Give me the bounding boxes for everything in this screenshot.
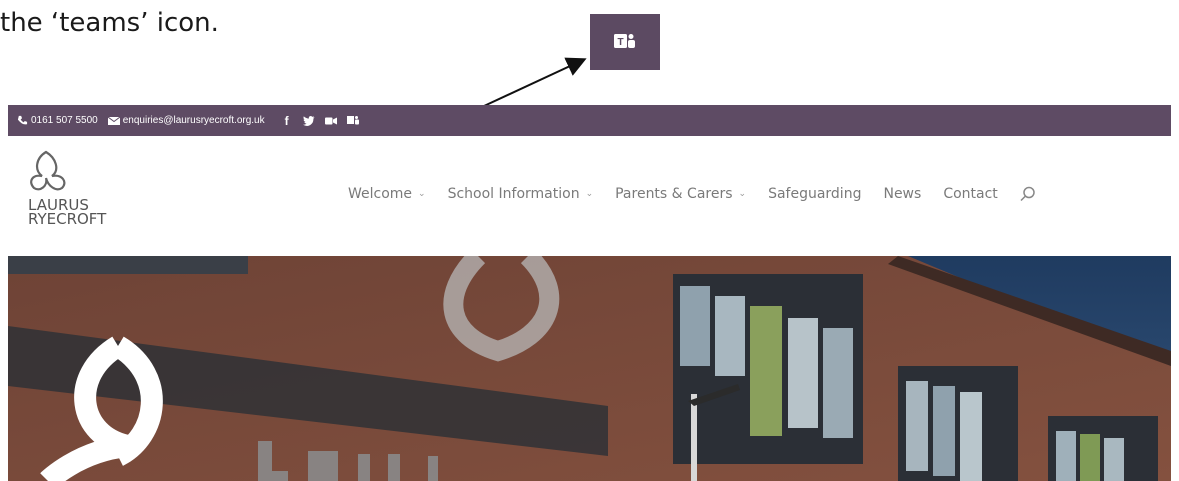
- nav-item-welcome[interactable]: Welcome ⌄: [348, 186, 426, 202]
- twitter-icon[interactable]: [302, 115, 315, 127]
- search-icon[interactable]: [1020, 186, 1036, 202]
- teams-icon: T: [614, 34, 635, 48]
- site-header: LAURUS RYECROFT Welcome ⌄ School Informa…: [8, 136, 1171, 256]
- nav-item-school-information[interactable]: School Information ⌄: [448, 186, 594, 202]
- hero-image: [8, 256, 1171, 481]
- teams-icon-callout: T: [590, 14, 660, 70]
- nav-label: School Information: [447, 186, 580, 202]
- logo-wordmark: LAURUS RYECROFT: [28, 198, 107, 228]
- nav-item-news[interactable]: News: [883, 186, 921, 202]
- facebook-icon[interactable]: f: [281, 114, 293, 128]
- phone-contact[interactable]: 0161 507 5500: [16, 115, 98, 127]
- nav-label: Contact: [943, 186, 998, 202]
- nav-label: Parents & Carers: [615, 186, 733, 202]
- video-icon[interactable]: [324, 115, 337, 127]
- nav-label: Safeguarding: [768, 186, 862, 202]
- top-contact-bar: 0161 507 5500 enquiries@laurusryecroft.o…: [8, 105, 1171, 136]
- chevron-down-icon: ⌄: [418, 189, 426, 199]
- nav-item-contact[interactable]: Contact: [943, 186, 997, 202]
- page: the ‘teams’ icon. T 0161 507 5500 enquir…: [0, 0, 1179, 481]
- email-contact[interactable]: enquiries@laurusryecroft.org.uk: [107, 115, 265, 127]
- triquetra-logo-icon: [30, 150, 66, 191]
- logo-line-2: RYECROFT: [28, 210, 107, 228]
- school-logo[interactable]: LAURUS RYECROFT: [22, 148, 132, 238]
- main-nav: Welcome ⌄ School Information ⌄ Parents &…: [348, 186, 1036, 202]
- phone-icon: [16, 115, 28, 127]
- chevron-down-icon: ⌄: [738, 189, 747, 199]
- svg-text:T: T: [617, 37, 623, 48]
- document-caption: the ‘teams’ icon.: [0, 8, 219, 38]
- teams-icon[interactable]: [346, 115, 359, 127]
- nav-item-parents-carers[interactable]: Parents & Carers ⌄: [615, 186, 746, 202]
- phone-number: 0161 507 5500: [31, 115, 98, 126]
- website-screenshot: 0161 507 5500 enquiries@laurusryecroft.o…: [8, 105, 1171, 481]
- nav-label: Welcome: [348, 186, 413, 202]
- school-building-photo: [8, 256, 1171, 481]
- mail-icon: [107, 115, 120, 127]
- nav-label: News: [883, 186, 922, 202]
- email-address: enquiries@laurusryecroft.org.uk: [122, 115, 265, 126]
- chevron-down-icon: ⌄: [585, 189, 594, 199]
- nav-item-safeguarding[interactable]: Safeguarding: [768, 186, 861, 202]
